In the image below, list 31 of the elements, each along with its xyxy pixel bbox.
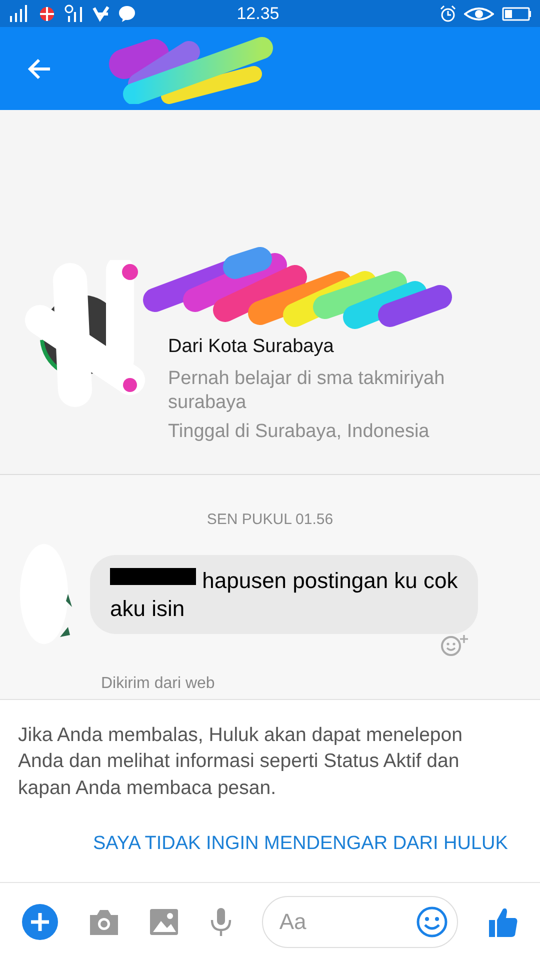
back-arrow-icon [26, 56, 52, 80]
sent-via-label: Dikirim dari web [101, 674, 215, 694]
microphone-icon [208, 906, 233, 936]
like-button[interactable] [488, 906, 518, 938]
emoji-button[interactable] [416, 906, 448, 938]
signal-icon [8, 4, 30, 24]
thumbs-up-icon [488, 906, 518, 938]
notice-text: Jika Anda membalas, Huluk akan dapat menelepon Anda dan melihat informasi seperti Status Aktif dan kapan Anda membaca pesan. [18, 724, 462, 799]
microphone-button[interactable] [208, 906, 233, 936]
battery-icon [502, 6, 532, 22]
message-input[interactable]: Aa [262, 896, 458, 948]
camera-button[interactable] [88, 908, 120, 936]
block-link[interactable]: SAYA TIDAK INGIN MENDENGAR DARI HULUK [93, 830, 508, 858]
smiley-plus-icon [439, 633, 469, 657]
eye-icon [464, 6, 494, 22]
camera-icon [88, 908, 120, 936]
add-button[interactable] [22, 904, 58, 940]
plus-icon [22, 904, 58, 940]
signal-icon [64, 4, 84, 24]
smiley-icon [416, 906, 448, 938]
profile-detail: Tinggal di Surabaya, Indonesia [168, 420, 430, 444]
profile-detail: Pernah belajar di sma takmiriyah surabaya [168, 366, 446, 416]
message-bubble: hapusen postingan ku cok aku isin [90, 555, 478, 634]
chat-bubble-icon [118, 4, 136, 22]
message-timestamp: SEN PUKUL 01.56 [206, 511, 334, 528]
profile-hometown: Dari Kota Surabaya [168, 336, 335, 359]
back-button[interactable] [26, 56, 52, 80]
clock: 12.35 [236, 2, 280, 25]
alarm-icon [440, 4, 456, 22]
image-icon [149, 908, 180, 936]
gallery-button[interactable] [149, 908, 180, 936]
